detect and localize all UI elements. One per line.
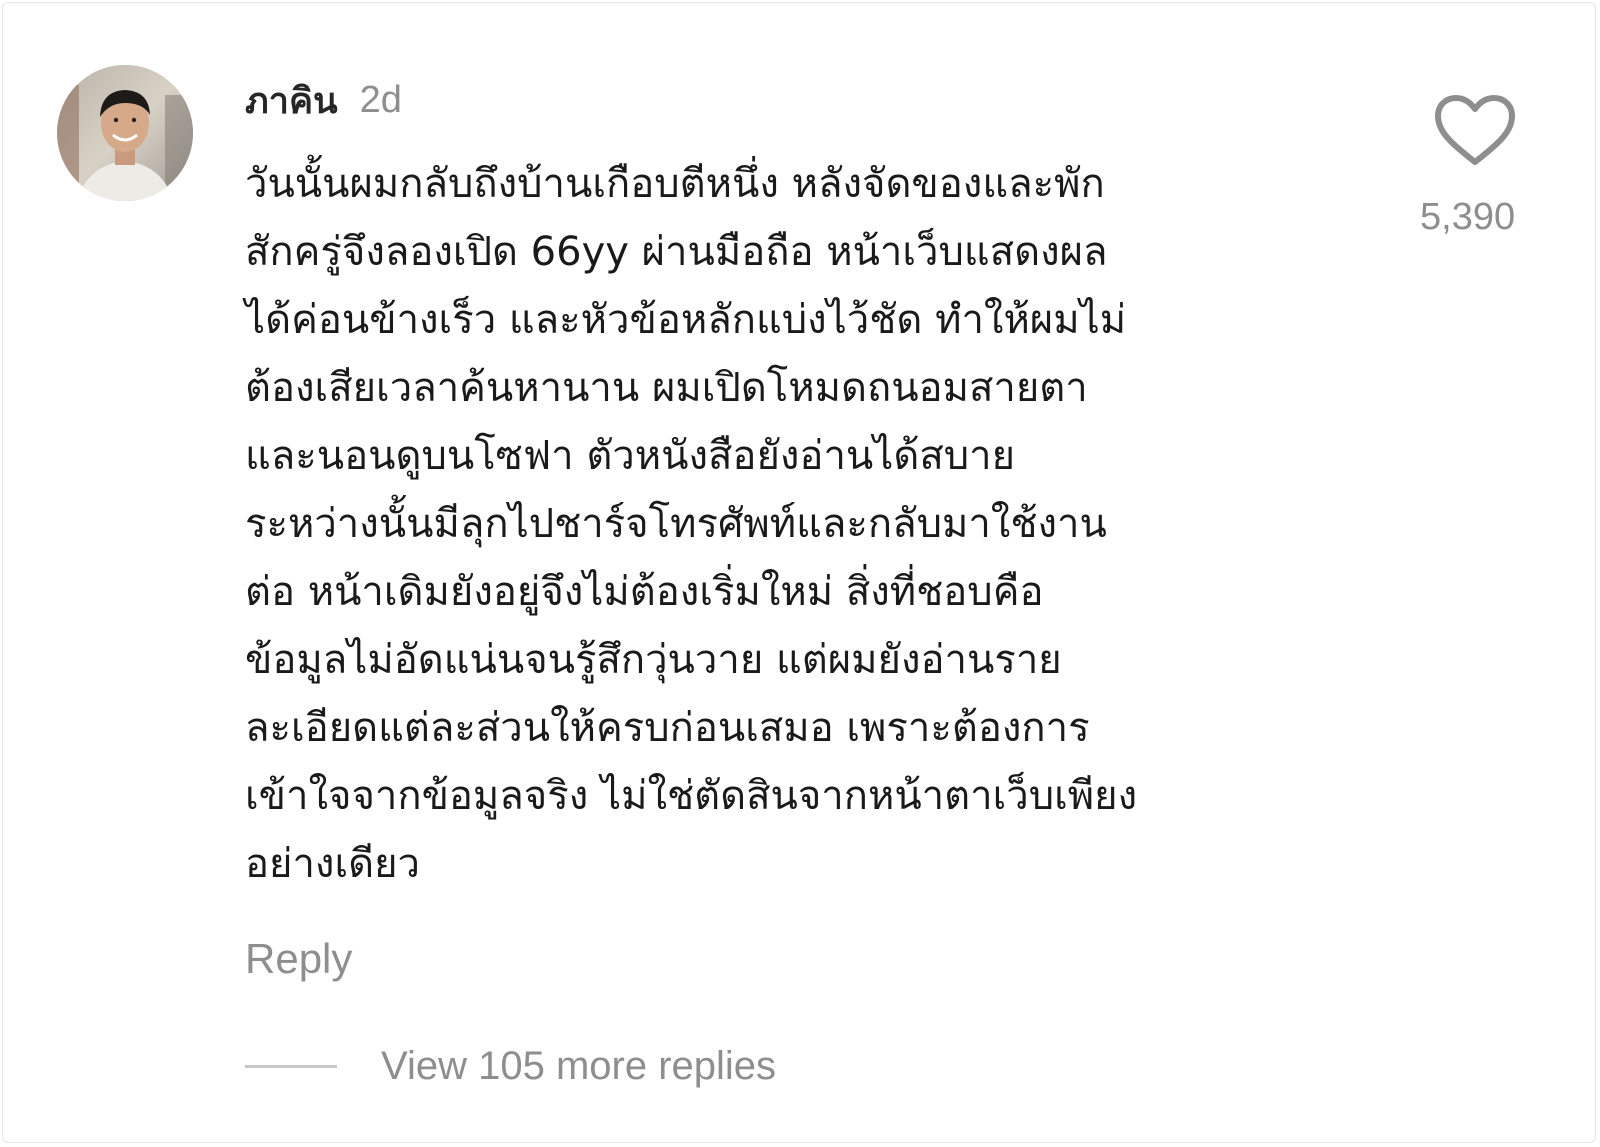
comment-text-line: สักครู่จึงลองเปิด 66yy ผ่านมือถือ หน้าเว… bbox=[245, 229, 1108, 275]
comment-text: วันนั้นผมกลับถึงบ้านเกือบตีหนึ่ง หลังจัด… bbox=[245, 150, 1355, 898]
comment-header: ภาคิน 2d bbox=[245, 72, 402, 128]
heart-icon[interactable] bbox=[1430, 92, 1520, 168]
like-count: 5,390 bbox=[1420, 196, 1516, 238]
timestamp: 2d bbox=[359, 78, 402, 121]
avatar-photo bbox=[57, 65, 193, 201]
avatar[interactable] bbox=[57, 65, 193, 201]
comment-text-line: ต้องเสียเวลาค้นหานาน ผมเปิดโหมดถนอมสายตา bbox=[245, 365, 1088, 411]
comment-text-line: ข้อมูลไม่อัดแน่นจนรู้สึกวุ่นวาย แต่ผมยัง… bbox=[245, 637, 1062, 683]
comment-text-line: ต่อ หน้าเดิมยังอยู่จึงไม่ต้องเริ่มใหม่ ส… bbox=[245, 569, 1044, 615]
username[interactable]: ภาคิน bbox=[245, 72, 338, 129]
comment: ภาคิน 2d วันนั้นผมกลับถึงบ้านเกือบตีหนึ่… bbox=[0, 0, 1600, 1147]
comment-text-line: อย่างเดียว bbox=[245, 841, 420, 887]
comment-text-line: ระหว่างนั้นมีลุกไปชาร์จโทรศัพท์และกลับมา… bbox=[245, 501, 1107, 547]
reply-button[interactable]: Reply bbox=[245, 935, 352, 983]
comment-text-line: และนอนดูบนโซฟา ตัวหนังสือยังอ่านได้สบาย bbox=[245, 433, 1016, 479]
view-replies-button[interactable]: View 105 more replies bbox=[245, 1038, 776, 1094]
comment-text-line: วันนั้นผมกลับถึงบ้านเกือบตีหนึ่ง หลังจัด… bbox=[245, 161, 1105, 207]
comment-text-line: ได้ค่อนข้างเร็ว และหัวข้อหลักแบ่งไว้ชัด … bbox=[245, 297, 1127, 343]
like-area: 5,390 bbox=[1420, 92, 1530, 252]
replies-divider bbox=[245, 1064, 337, 1068]
comment-text-line: ละเอียดแต่ละส่วนให้ครบก่อนเสมอ เพราะต้อง… bbox=[245, 705, 1090, 751]
comment-text-line: เข้าใจจากข้อมูลจริง ไม่ใช่ตัดสินจากหน้าต… bbox=[245, 773, 1138, 819]
view-replies-label: View 105 more replies bbox=[381, 1043, 777, 1088]
